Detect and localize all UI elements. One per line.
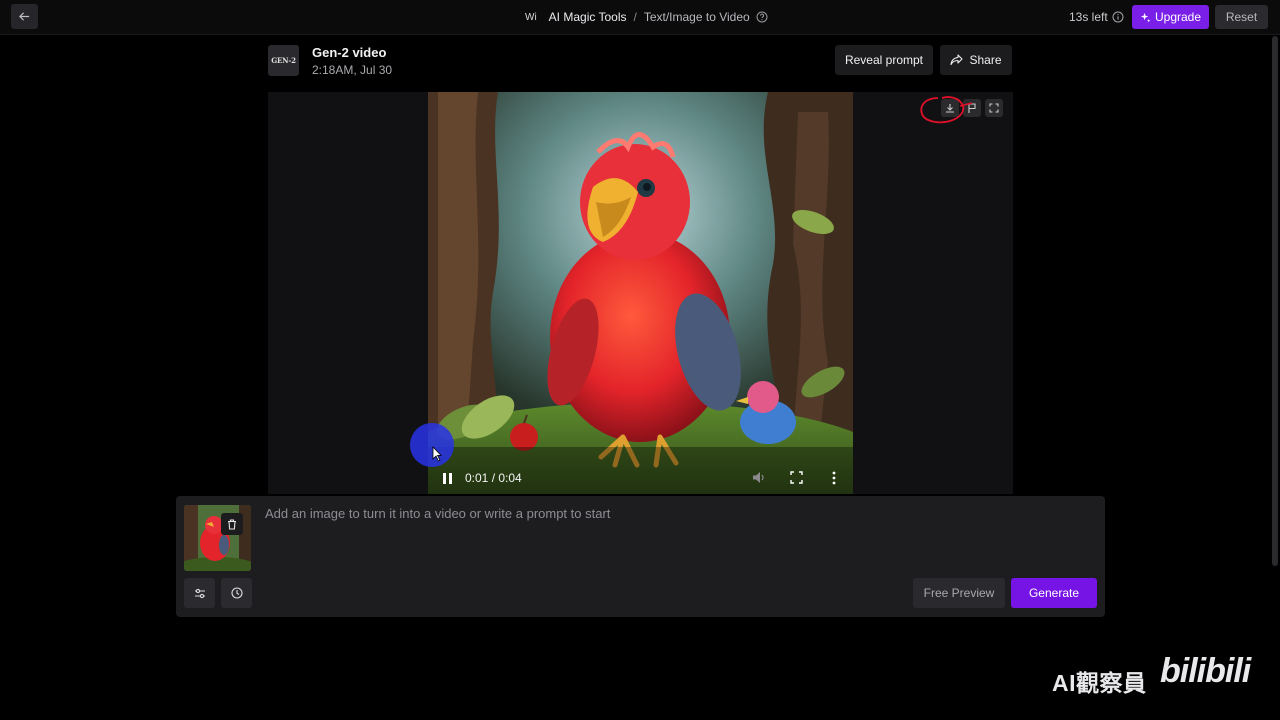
upgrade-label: Upgrade — [1154, 10, 1202, 24]
reveal-prompt-button[interactable]: Reveal prompt — [835, 45, 933, 75]
more-vertical-icon[interactable] — [830, 471, 838, 490]
remove-image-button[interactable] — [221, 513, 243, 535]
share-icon — [950, 54, 964, 66]
expand-button[interactable] — [985, 99, 1003, 117]
annotation-circle — [920, 96, 973, 124]
pause-icon — [442, 472, 452, 484]
expand-icon — [989, 103, 999, 113]
channel-watermark: AI觀察員 — [1052, 670, 1147, 696]
breadcrumb-text-image-to-video: Text/Image to Video — [643, 10, 750, 24]
sparkle-icon — [1140, 12, 1151, 23]
volume-icon[interactable] — [752, 471, 766, 489]
free-preview-button[interactable]: Free Preview — [913, 578, 1005, 608]
clock-icon — [230, 587, 243, 599]
breadcrumb-ai-magic-tools[interactable]: AI Magic Tools — [549, 10, 627, 24]
credits-timer: 13s left — [1069, 0, 1124, 34]
settings-button[interactable] — [184, 578, 215, 608]
fullscreen-icon[interactable] — [790, 471, 803, 489]
breadcrumb: Wi AI Magic Tools / Text/Image to Video — [525, 0, 768, 34]
mouse-cursor-icon — [432, 446, 442, 462]
back-button[interactable] — [11, 4, 38, 29]
video-title: Gen-2 video — [312, 45, 387, 60]
workspace-badge[interactable]: Wi — [525, 12, 537, 23]
playback-time: 0:01 / 0:04 — [465, 471, 522, 485]
gen2-logo: GEN-2 — [268, 45, 299, 76]
settings-sliders-icon — [194, 588, 205, 598]
info-icon[interactable] — [1112, 11, 1124, 23]
help-icon[interactable] — [756, 11, 768, 23]
generate-button[interactable]: Generate — [1011, 578, 1097, 608]
share-button[interactable]: Share — [940, 45, 1012, 75]
prompt-input[interactable]: Add an image to turn it into a video or … — [265, 506, 885, 521]
page-scrollbar[interactable] — [1272, 36, 1278, 566]
breadcrumb-separator: / — [633, 10, 637, 24]
pause-button[interactable] — [440, 470, 454, 486]
history-button[interactable] — [221, 578, 252, 608]
trash-icon — [228, 518, 236, 530]
video-player[interactable] — [428, 92, 853, 494]
reset-button[interactable]: Reset — [1215, 5, 1268, 29]
video-timestamp: 2:18AM, Jul 30 — [312, 63, 393, 77]
top-bar: Wi AI Magic Tools / Text/Image to Video … — [0, 0, 1280, 35]
share-label: Share — [969, 53, 1002, 67]
arrow-left-icon — [19, 12, 30, 21]
time-left-text: 13s left — [1069, 10, 1108, 24]
video-frame-illustration — [428, 92, 853, 494]
upgrade-button[interactable]: Upgrade — [1132, 5, 1209, 29]
bilibili-logo: bilibili — [1160, 652, 1251, 690]
